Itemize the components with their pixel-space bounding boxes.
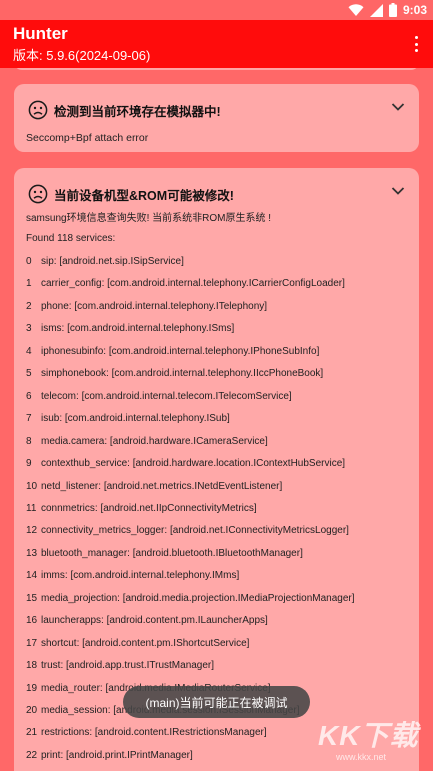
service-index: 18 bbox=[26, 660, 38, 672]
service-entry: carrier_config: [com.android.internal.te… bbox=[41, 278, 345, 290]
service-row: 16 launcherapps: [android.content.pm.ILau… bbox=[26, 615, 268, 629]
service-entry: connmetrics: [android.net.IIpConnectivit… bbox=[41, 502, 257, 514]
service-entry: trust: [android.app.trust.ITrustManager] bbox=[41, 660, 215, 672]
service-entry: sip: [android.net.sip.ISipService] bbox=[41, 256, 184, 267]
wifi-icon bbox=[348, 4, 364, 16]
service-index: 6 bbox=[26, 390, 32, 402]
previous-card bbox=[14, 68, 419, 70]
card-title: 检测到当前环境存在模拟器中! bbox=[54, 104, 221, 119]
service-index: 15 bbox=[26, 592, 38, 604]
service-index: 19 bbox=[26, 682, 38, 694]
service-row: 7 isub: [com.android.internal.telephony.I… bbox=[26, 413, 230, 427]
service-index: 3 bbox=[26, 323, 32, 335]
app-bar: Hunter 版本: 5.9.6(2024-09-06) bbox=[0, 20, 433, 68]
service-index: 1 bbox=[26, 278, 32, 290]
service-entry: media.camera: [android.hardware.ICameraS… bbox=[41, 435, 268, 447]
signal-icon bbox=[369, 3, 383, 17]
service-entry: restrictions: [android.content.IRestrict… bbox=[41, 727, 267, 739]
device-rom-card[interactable]: 当前设备机型&ROM可能被修改! samsung环境信息查询失败! 当前系统非R… bbox=[14, 168, 419, 771]
battery-icon bbox=[388, 3, 397, 17]
service-row: 18 trust: [android.app.trust.ITrustManage… bbox=[26, 660, 214, 674]
card-header: 检测到当前环境存在模拟器中! bbox=[28, 98, 221, 122]
service-index: 16 bbox=[26, 615, 38, 627]
menu-dot bbox=[414, 49, 418, 52]
chevron-down-icon[interactable] bbox=[391, 102, 405, 112]
status-time: 9:03 bbox=[402, 3, 427, 17]
service-row: 15 media_projection: [android.media.proje… bbox=[26, 593, 355, 607]
service-entry: media_projection: [android.media.project… bbox=[41, 592, 355, 604]
service-row: 22 print: [android.print.IPrintManager] bbox=[26, 750, 193, 764]
menu-dot bbox=[414, 42, 418, 46]
service-row: 1 carrier_config: [com.android.internal.t… bbox=[26, 278, 345, 292]
service-index: 7 bbox=[26, 413, 32, 425]
service-row: 17 shortcut: [android.content.pm.IShortcu… bbox=[26, 638, 249, 652]
service-index: 17 bbox=[26, 637, 38, 649]
service-index: 10 bbox=[26, 480, 38, 492]
app-version: 版本: 5.9.6(2024-09-06) bbox=[13, 48, 151, 63]
service-row: 9 contexthub_service: [android.hardware.l… bbox=[26, 458, 345, 472]
service-index: 8 bbox=[26, 435, 32, 447]
service-index: 14 bbox=[26, 570, 38, 582]
service-row: 6 telecom: [com.android.internal.telecom.… bbox=[26, 391, 292, 405]
toast-message: (main)当前可能正在被调试 bbox=[123, 686, 310, 718]
service-row: 2 phone: [com.android.internal.telephony.… bbox=[26, 301, 267, 315]
service-row: 8 media.camera: [android.hardware.ICamera… bbox=[26, 436, 268, 450]
service-entry: telecom: [com.android.internal.telecom.I… bbox=[41, 390, 292, 402]
service-index: 0 bbox=[26, 256, 32, 267]
results-list[interactable]: 检测到当前环境存在模拟器中! Seccomp+Bpf attach error … bbox=[0, 68, 433, 771]
services-count-line: Found 118 services: bbox=[26, 233, 116, 244]
status-icons: 9:03 bbox=[348, 2, 427, 18]
card-header: 当前设备机型&ROM可能被修改! bbox=[28, 182, 234, 206]
service-index: 5 bbox=[26, 368, 32, 380]
watermark-text: KK下载 bbox=[318, 720, 419, 751]
sad-face-icon bbox=[28, 184, 48, 204]
card-body-text: Seccomp+Bpf attach error bbox=[26, 132, 149, 144]
service-entry: bluetooth_manager: [android.bluetooth.IB… bbox=[41, 547, 303, 559]
service-index: 12 bbox=[26, 525, 38, 537]
service-row: 11 connmetrics: [android.net.IIpConnectiv… bbox=[26, 503, 257, 517]
service-row: 13 bluetooth_manager: [android.bluetooth.… bbox=[26, 548, 303, 562]
service-index: 22 bbox=[26, 749, 38, 761]
service-entry: connectivity_metrics_logger: [android.ne… bbox=[41, 525, 349, 537]
watermark-logo: KK下载 www.kkx.net bbox=[316, 714, 426, 768]
sad-face-icon bbox=[28, 100, 48, 120]
service-entry: launcherapps: [android.content.pm.ILaunc… bbox=[41, 615, 268, 627]
service-index: 20 bbox=[26, 705, 38, 716]
rom-info-line: samsung环境信息查询失败! 当前系统非ROM原生系统 ! bbox=[26, 213, 272, 224]
emulator-detection-card[interactable]: 检测到当前环境存在模拟器中! Seccomp+Bpf attach error bbox=[14, 84, 419, 152]
watermark-url: www.kkx.net bbox=[336, 752, 387, 762]
service-entry: shortcut: [android.content.pm.IShortcutS… bbox=[41, 637, 250, 649]
service-entry: isms: [com.android.internal.telephony.IS… bbox=[41, 323, 235, 335]
service-index: 11 bbox=[26, 502, 37, 514]
service-index: 2 bbox=[26, 300, 32, 312]
chevron-down-icon[interactable] bbox=[391, 186, 405, 196]
card-title: 当前设备机型&ROM可能被修改! bbox=[54, 188, 234, 203]
service-row: 21 restrictions: [android.content.IRestri… bbox=[26, 727, 267, 741]
service-index: 21 bbox=[26, 727, 38, 739]
service-index: 13 bbox=[26, 547, 38, 559]
service-entry: netd_listener: [android.net.metrics.INet… bbox=[41, 480, 283, 492]
service-entry: isub: [com.android.internal.telephony.IS… bbox=[41, 413, 230, 425]
service-entry: simphonebook: [com.android.internal.tele… bbox=[41, 368, 324, 380]
service-row: 4 iphonesubinfo: [com.android.internal.te… bbox=[26, 346, 319, 360]
service-entry: contexthub_service: [android.hardware.lo… bbox=[41, 458, 346, 470]
service-entry: print: [android.print.IPrintManager] bbox=[41, 749, 193, 761]
service-row: 0 sip: [android.net.sip.ISipService] bbox=[26, 256, 184, 270]
service-row: 5 simphonebook: [com.android.internal.tel… bbox=[26, 368, 323, 382]
service-row: 12 connectivity_metrics_logger: [android.… bbox=[26, 525, 349, 539]
service-entry: imms: [com.android.internal.telephony.IM… bbox=[41, 570, 240, 582]
service-index: 9 bbox=[26, 458, 32, 470]
service-row: 10 netd_listener: [android.net.metrics.IN… bbox=[26, 481, 282, 495]
service-entry: iphonesubinfo: [com.android.internal.tel… bbox=[41, 345, 320, 357]
status-bar: 9:03 bbox=[0, 0, 433, 20]
overflow-menu-icon[interactable] bbox=[409, 34, 423, 54]
service-entry: phone: [com.android.internal.telephony.I… bbox=[41, 300, 268, 312]
menu-dot bbox=[414, 36, 418, 39]
service-row: 3 isms: [com.android.internal.telephony.I… bbox=[26, 323, 234, 337]
service-index: 4 bbox=[26, 345, 32, 357]
service-row: 14 imms: [com.android.internal.telephony.… bbox=[26, 570, 239, 584]
app-title: Hunter bbox=[13, 24, 68, 43]
